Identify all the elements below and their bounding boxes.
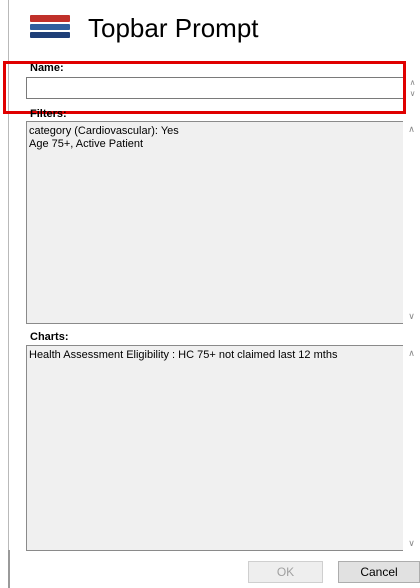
filters-label: Filters: <box>30 108 67 120</box>
cancel-button[interactable]: Cancel <box>338 561 420 583</box>
charts-textarea[interactable]: Health Assessment Eligibility : HC 75+ n… <box>26 345 405 551</box>
ok-button[interactable]: OK <box>248 561 323 583</box>
scroll-up-icon[interactable]: ∧ <box>403 121 420 137</box>
page-title: Topbar Prompt <box>88 13 259 43</box>
scroll-up-icon[interactable]: ∧ <box>403 345 420 361</box>
window-edge <box>8 0 9 588</box>
charts-label: Charts: <box>30 331 69 343</box>
scroll-down-icon[interactable]: ∨ <box>403 308 420 324</box>
name-spinner[interactable]: ∧ ∨ <box>405 77 420 99</box>
name-field[interactable] <box>26 77 405 99</box>
scroll-down-icon[interactable]: ∨ <box>403 535 420 551</box>
charts-scrollbar[interactable]: ∧ ∨ <box>403 345 420 551</box>
stacked-layers-icon <box>30 15 70 38</box>
filters-textarea[interactable]: category (Cardiovascular): Yes Age 75+, … <box>26 121 405 324</box>
chevron-down-icon[interactable]: ∨ <box>405 88 420 99</box>
window-edge-bottom <box>8 550 10 588</box>
name-label: Name: <box>30 62 64 74</box>
chevron-up-icon[interactable]: ∧ <box>405 77 420 88</box>
header: Topbar Prompt <box>0 0 420 56</box>
filters-scrollbar[interactable]: ∧ ∨ <box>403 121 420 324</box>
